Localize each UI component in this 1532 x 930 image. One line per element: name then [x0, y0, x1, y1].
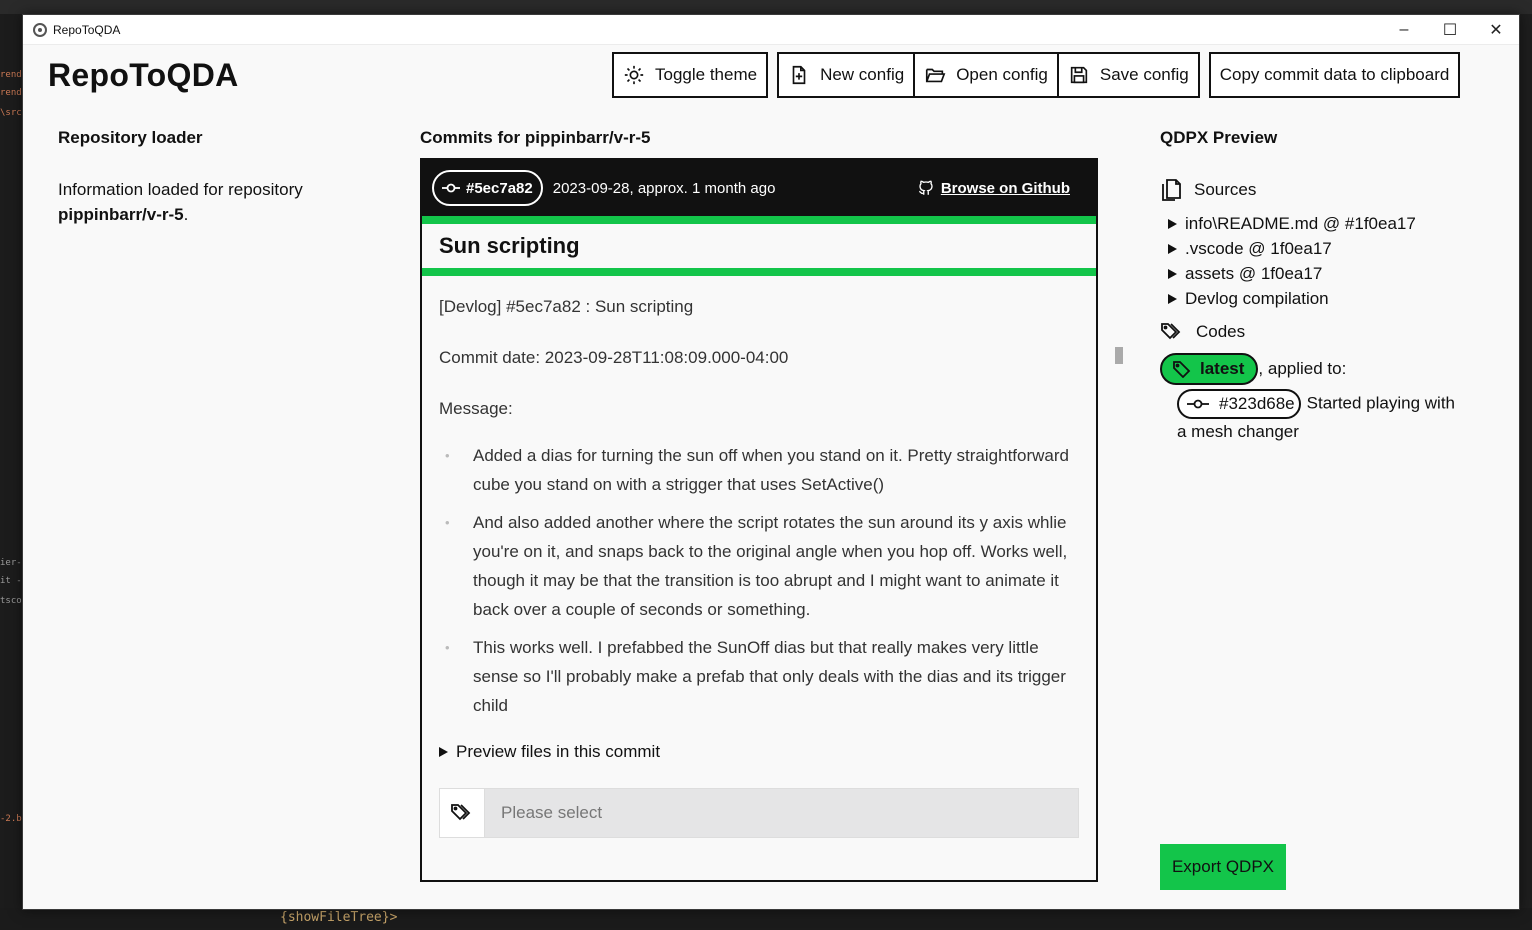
qdpx-preview: Sources info\README.md @ #1f0ea17 .vscod…: [1160, 177, 1457, 445]
save-config-label: Save config: [1099, 65, 1189, 84]
page-title: RepoToQDA: [48, 57, 239, 93]
maximize-icon[interactable]: ☐: [1427, 15, 1473, 45]
folder-open-icon: [926, 68, 946, 83]
background-left-panel: [0, 14, 24, 930]
loader-info-suffix: .: [183, 205, 189, 224]
codes-label: Codes: [1196, 322, 1246, 341]
commit-title: Sun scripting: [422, 224, 1096, 276]
source-item-label: .vscode @ 1f0ea17: [1185, 238, 1332, 258]
loader-info-text: Information loaded for repository: [58, 180, 303, 199]
browse-github-link[interactable]: Browse on Github: [917, 179, 1070, 197]
commit-date-summary: 2023-09-28, approx. 1 month ago: [552, 179, 776, 197]
app-icon: [33, 22, 47, 37]
disclosure-triangle-icon: [1168, 243, 1177, 254]
resize-handle[interactable]: [1115, 347, 1123, 364]
tags-icon: [1161, 323, 1181, 340]
applied-commit-hash: #323d68e: [1219, 394, 1295, 413]
list-item: And also added another where the script …: [439, 508, 1079, 624]
copy-commit-label: Copy commit data to clipboard: [1219, 65, 1450, 84]
file-plus-icon: [792, 65, 806, 85]
background-snippet: rende: [0, 88, 24, 98]
new-config-button[interactable]: New config: [777, 52, 916, 98]
minimize-icon[interactable]: –: [1381, 15, 1427, 45]
browse-github-label: Browse on Github: [940, 179, 1070, 197]
background-snippet: rendere: [0, 70, 24, 80]
code-application: latest , applied to:: [1160, 353, 1457, 385]
sources-tree: info\README.md @ #1f0ea17 .vscode @ 1f0e…: [1168, 211, 1457, 311]
commit-date-full: Commit date: 2023-09-28T11:08:09.000-04:…: [439, 348, 789, 367]
background-editor-line: {showFileTree}>: [0, 908, 1532, 930]
github-icon: [918, 180, 933, 195]
sources-label: Sources: [1194, 180, 1257, 199]
message-list: Added a dias for turning the sun off whe…: [439, 441, 1079, 720]
codes-header: Codes: [1160, 319, 1457, 345]
new-config-label: New config: [820, 65, 905, 84]
app-window: RepoToQDA – ☐ ✕ RepoToQDA Toggle theme N…: [22, 14, 1520, 910]
commit-hash-badge: #5ec7a82: [432, 170, 543, 206]
sun-icon: [624, 65, 644, 85]
commit-header: #5ec7a82 2023-09-28, approx. 1 month ago…: [422, 160, 1096, 216]
accent-bar: [422, 216, 1096, 224]
background-snippet: tscor: [0, 596, 24, 606]
save-config-button[interactable]: Save config: [1058, 52, 1200, 98]
disclosure-triangle-icon: [439, 747, 448, 757]
open-config-label: Open config: [956, 65, 1048, 84]
tags-icon: [440, 789, 485, 837]
list-item: Added a dias for turning the sun off whe…: [439, 441, 1079, 499]
loader-info: Information loaded for repository pippin…: [58, 177, 358, 227]
loaded-repo-name: pippinbarr/v-r-5: [58, 205, 184, 224]
background-top-bar: [0, 0, 1532, 14]
source-item[interactable]: assets @ 1f0ea17: [1168, 261, 1457, 286]
source-item[interactable]: Devlog compilation: [1168, 286, 1457, 311]
code-badge[interactable]: latest: [1160, 353, 1259, 385]
files-icon: [1162, 179, 1181, 201]
git-commit-icon: [1187, 399, 1209, 409]
code-select[interactable]: Please select: [439, 788, 1079, 838]
background-snippet: -2.b: [0, 814, 22, 824]
qdpx-title: QDPX Preview: [1160, 128, 1278, 147]
close-icon[interactable]: ✕: [1473, 15, 1519, 45]
applied-to-label: , applied to:: [1258, 359, 1347, 378]
source-item-label: Devlog compilation: [1185, 288, 1329, 308]
source-item[interactable]: info\README.md @ #1f0ea17: [1168, 211, 1457, 236]
disclosure-triangle-icon: [1168, 268, 1177, 279]
git-commit-icon: [442, 183, 460, 193]
commit-card: #5ec7a82 2023-09-28, approx. 1 month ago…: [420, 158, 1098, 882]
window-controls: – ☐ ✕: [1381, 15, 1519, 45]
toggle-theme-label: Toggle theme: [655, 65, 758, 84]
tag-icon: [1173, 361, 1191, 378]
loader-title: Repository loader: [58, 128, 203, 147]
open-config-button[interactable]: Open config: [915, 52, 1059, 98]
applied-commit: #323d68e Started playing with a mesh cha…: [1177, 389, 1457, 445]
window-title: RepoToQDA: [53, 22, 121, 37]
commits-title: Commits for pippinbarr/v-r-5: [420, 128, 651, 147]
preview-files-label: Preview files in this commit: [456, 742, 661, 761]
commit-body: [Devlog] #5ec7a82 : Sun scripting Commit…: [422, 276, 1096, 838]
background-snippet: \src\: [0, 108, 24, 118]
toggle-theme-button[interactable]: Toggle theme: [612, 52, 769, 98]
commit-summary-line: [Devlog] #5ec7a82 : Sun scripting: [439, 297, 694, 316]
disclosure-triangle-icon: [1168, 218, 1177, 229]
commit-hash: #5ec7a82: [466, 179, 533, 197]
source-item-label: info\README.md @ #1f0ea17: [1185, 213, 1416, 233]
source-item-label: assets @ 1f0ea17: [1185, 263, 1323, 283]
export-qdpx-button[interactable]: Export QDPX: [1160, 844, 1286, 890]
code-name: latest: [1200, 359, 1245, 378]
sources-header: Sources: [1160, 177, 1457, 203]
source-item[interactable]: .vscode @ 1f0ea17: [1168, 236, 1457, 261]
applied-commit-badge[interactable]: #323d68e: [1177, 389, 1301, 419]
app-content: RepoToQDA Toggle theme New config Open c…: [23, 45, 1519, 910]
title-bar: RepoToQDA – ☐ ✕: [23, 15, 1519, 45]
copy-commit-button[interactable]: Copy commit data to clipboard: [1208, 52, 1461, 98]
floppy-disk-icon: [1070, 66, 1088, 84]
preview-files-toggle[interactable]: Preview files in this commit: [439, 742, 1079, 762]
background-snippet: it -p: [0, 576, 24, 586]
list-item: This works well. I prefabbed the SunOff …: [439, 633, 1079, 720]
toolbar: Toggle theme New config Open config Save…: [612, 52, 1461, 98]
background-snippet: ier-p: [0, 558, 24, 568]
disclosure-triangle-icon: [1168, 293, 1177, 304]
message-label: Message:: [439, 399, 513, 418]
code-select-placeholder[interactable]: Please select: [485, 789, 1078, 837]
